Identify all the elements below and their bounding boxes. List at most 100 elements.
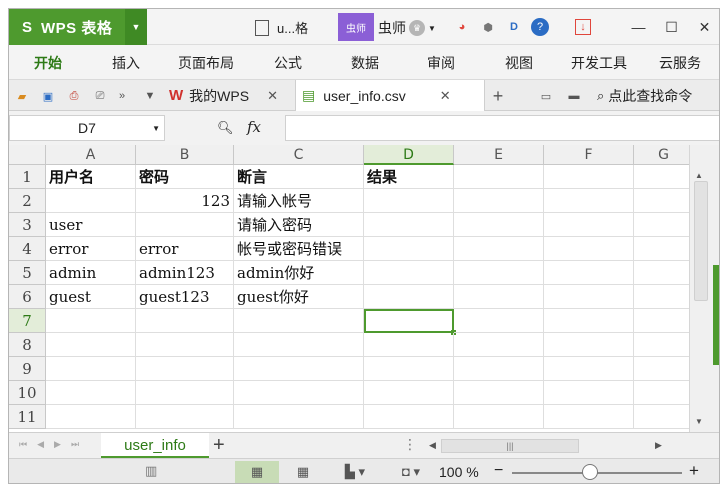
tab-data[interactable]: 数据 [351,53,379,73]
cell-b10[interactable] [136,381,234,405]
screen-icon[interactable]: ▭ [537,87,555,105]
column-header-d[interactable]: D [364,145,454,165]
cell-d8[interactable] [364,333,454,357]
row-header-1[interactable]: 1 [9,165,46,189]
cell-e2[interactable] [454,189,544,213]
cell-a9[interactable] [46,357,136,381]
cell-f11[interactable] [544,405,634,429]
splitter-icon[interactable]: ⋮ [403,436,417,453]
cell-c8[interactable] [234,333,364,357]
user-avatar[interactable]: 虫师 [338,13,374,41]
doc-title-tab[interactable]: u...格 [255,18,308,37]
cell-c10[interactable] [234,381,364,405]
cell-a2[interactable] [46,189,136,213]
cell-b8[interactable] [136,333,234,357]
chevron-down-icon[interactable]: ▼ [152,124,160,133]
cell-g10[interactable] [634,381,694,405]
cell-e6[interactable] [454,285,544,309]
d-icon[interactable]: D [505,18,523,36]
column-header-c[interactable]: C [234,145,364,165]
scroll-down-icon[interactable]: ▼ [695,417,703,426]
row-header-4[interactable]: 4 [9,237,46,261]
minimize-icon[interactable]: — [622,19,655,35]
cell-e1[interactable] [454,165,544,189]
cell-b6[interactable]: guest123 [136,285,234,309]
vertical-scroll-thumb[interactable] [694,181,708,301]
cell-a10[interactable] [46,381,136,405]
cell-f4[interactable] [544,237,634,261]
print-icon[interactable]: ⎚ [91,87,109,105]
help-icon[interactable]: ? [531,18,549,36]
cell-g4[interactable] [634,237,694,261]
cell-f9[interactable] [544,357,634,381]
tab-insert[interactable]: 插入 [112,53,140,73]
row-header-5[interactable]: 5 [9,261,46,285]
horizontal-scroll-thumb[interactable]: ||| [441,439,579,453]
row-header-8[interactable]: 8 [9,333,46,357]
cell-a4[interactable]: error [46,237,136,261]
chevron-down-icon[interactable]: ▼ [141,87,159,105]
column-header-e[interactable]: E [454,145,544,165]
cell-c11[interactable] [234,405,364,429]
more-icon[interactable]: » [113,87,131,105]
tab-home[interactable]: 开始 [34,53,62,73]
prev-sheet-icon[interactable]: ◀ [37,439,44,450]
cell-g9[interactable] [634,357,694,381]
cell-f5[interactable] [544,261,634,285]
cell-g2[interactable] [634,189,694,213]
cell-e9[interactable] [454,357,544,381]
cell-d7[interactable] [364,309,454,333]
cell-g6[interactable] [634,285,694,309]
tab-cloud[interactable]: 云服务 [659,53,701,73]
cell-g11[interactable] [634,405,694,429]
select-all-corner[interactable] [9,145,46,165]
zoom-out-button[interactable]: − [494,462,503,480]
cell-b3[interactable] [136,213,234,237]
row-header-9[interactable]: 9 [9,357,46,381]
function-icon[interactable]: fx [247,118,261,136]
add-sheet-button[interactable]: + [213,434,225,457]
add-tab-icon[interactable]: + [489,86,507,106]
column-header-g[interactable]: G [634,145,694,165]
first-sheet-icon[interactable]: ⏮ [19,439,27,450]
vertical-scrollbar[interactable]: ▲ ▼ [689,145,719,432]
normal-view-button[interactable]: ▦ [235,461,279,483]
command-search[interactable]: ⌕ 点此查找命令 [597,86,692,106]
folder-icon[interactable]: ▰ [13,87,31,105]
status-icon[interactable]: ▥ [145,463,157,479]
formula-input[interactable] [285,115,719,141]
cell-b7[interactable] [136,309,234,333]
cell-d5[interactable] [364,261,454,285]
cell-e3[interactable] [454,213,544,237]
cell-a1[interactable]: 用户名 [46,165,136,189]
chevron-down-icon[interactable]: ▼ [125,9,147,45]
column-header-b[interactable]: B [136,145,234,165]
row-header-2[interactable]: 2 [9,189,46,213]
wps-menu-button[interactable]: S WPS 表格 ▼ [9,9,147,45]
cell-g5[interactable] [634,261,694,285]
cell-e4[interactable] [454,237,544,261]
cell-f7[interactable] [544,309,634,333]
last-sheet-icon[interactable]: ⏭ [71,439,79,450]
cell-b9[interactable] [136,357,234,381]
cell-c9[interactable] [234,357,364,381]
skin-icon[interactable]: ◕ [453,18,471,36]
cell-a3[interactable]: user [46,213,136,237]
export-pdf-icon[interactable]: ⎙ [65,87,83,105]
download-icon[interactable]: ↓ [575,19,591,35]
tab-review[interactable]: 审阅 [427,53,455,73]
tab-developer[interactable]: 开发工具 [571,53,627,73]
cell-e10[interactable] [454,381,544,405]
cell-c1[interactable]: 断言 [234,165,364,189]
cell-a8[interactable] [46,333,136,357]
row-header-7[interactable]: 7 [9,309,46,333]
row-header-11[interactable]: 11 [9,405,46,429]
cell-e11[interactable] [454,405,544,429]
cell-a11[interactable] [46,405,136,429]
tab-formula[interactable]: 公式 [274,53,302,73]
cell-e5[interactable] [454,261,544,285]
cell-d10[interactable] [364,381,454,405]
cell-g8[interactable] [634,333,694,357]
cell-f3[interactable] [544,213,634,237]
side-panel-handle[interactable] [713,265,719,365]
